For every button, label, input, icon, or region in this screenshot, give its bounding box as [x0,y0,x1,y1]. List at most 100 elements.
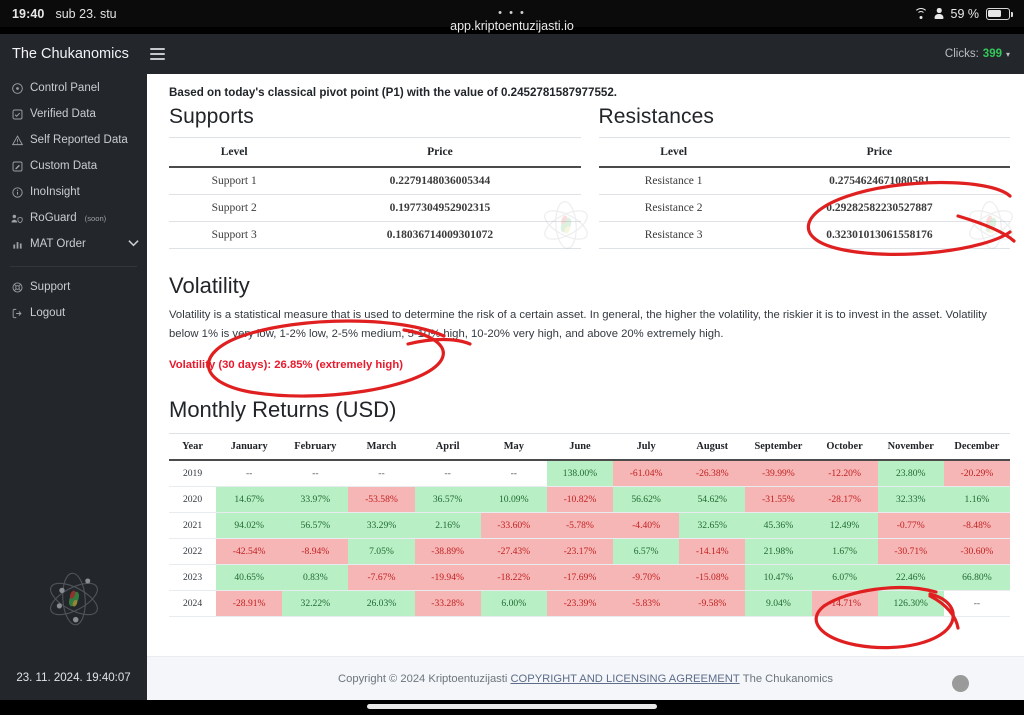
column-header-january: January [216,433,283,462]
supports-column: Supports Level Price Support 1 0.2279148… [169,102,581,249]
clicks-counter[interactable]: Clicks: 399 ▾ [945,48,1010,60]
return-cell: -9.70% [613,564,680,592]
return-cell: -33.28% [414,590,481,618]
monthly-returns-heading: Monthly Returns (USD) [169,397,397,423]
column-header-february: February [282,433,349,462]
sidebar-item-badge: (soon) [84,213,107,223]
return-cell: 36.57% [414,486,481,514]
sidebar-clock: 23. 11. 2024. 19:40:07 [16,672,131,684]
sidebar-item-verified-data[interactable]: Verified Data [0,101,147,127]
return-cell: 33.29% [348,512,415,540]
warning-triangle-icon [11,134,23,146]
atom-turtle-logo [49,572,98,626]
return-cell: -5.83% [613,590,680,618]
resistance-price: 0.2754624671080581 [748,167,1010,195]
sidebar-item-support[interactable]: Support [0,274,147,300]
column-header-may: May [480,433,547,462]
row-year: 2019 [169,460,217,488]
chevron-down-icon[interactable]: ▾ [1006,50,1010,59]
return-cell: 32.33% [877,486,944,514]
clicks-value: 399 [982,48,1002,60]
row-year: 2021 [169,512,217,540]
support-level: Support 2 [169,194,300,222]
return-cell: 7.05% [348,538,415,566]
return-cell: -18.22% [480,564,547,592]
clicks-label: Clicks: [944,48,979,60]
status-right: 59 % [913,0,1013,27]
sidebar-item-custom-data[interactable]: Custom Data [0,153,147,179]
return-cell: -8.48% [943,512,1010,540]
column-header-september: September [745,433,812,462]
column-header-year: Year [169,433,217,462]
return-cell: 32.22% [282,590,349,618]
resistance-price: 0.29282582230527887 [748,194,1010,222]
return-cell: 21.98% [745,538,812,566]
return-cell: -28.91% [216,590,283,618]
table-row: 2019 -- -- -- -- -- 138.00% -61.04% -26.38% -39.9… [169,460,1010,488]
volatility-value-label: Volatility (30 days): [169,359,272,372]
table-row: Resistance 2 0.29282582230527887 [598,194,1010,222]
return-cell: -17.69% [546,564,614,592]
return-cell: -4.40% [613,512,680,540]
person-icon [934,8,944,19]
levels-columns: Supports Level Price Support 1 0.2279148… [169,102,1010,249]
chevron-down-icon[interactable] [128,239,139,249]
home-indicator [367,704,657,709]
return-cell: -23.17% [546,538,614,566]
sidebar-item-mat-order[interactable]: MAT Order [0,231,147,257]
sidebar-item-inoinsight[interactable]: InoInsight [0,179,147,205]
return-cell: -28.17% [811,486,878,514]
resistance-level: Resistance 3 [598,221,749,249]
clock-date: sub 23. stu [55,6,117,21]
return-cell: -- [282,460,349,488]
tab-dots-icon: • • • [498,7,526,19]
sidebar-item-control-panel[interactable]: Control Panel [0,75,147,101]
dashboard-icon [11,82,23,94]
return-cell: -5.78% [546,512,614,540]
clock-time: 19:40 [12,6,45,21]
row-year: 2022 [169,538,217,566]
sidebar-item-self-reported-data[interactable]: Self Reported Data [0,127,147,153]
pivot-point-note: Based on today's classical pivot point (… [169,86,618,99]
column-header-price: Price [299,137,581,168]
return-cell: 6.07% [811,564,878,592]
return-cell: -23.39% [546,590,614,618]
column-header-december: December [943,433,1010,462]
sidebar-logo [0,556,147,642]
resistances-heading: Resistances [598,105,714,128]
user-shield-icon [11,212,23,224]
lifebuoy-icon [11,281,23,293]
resistance-level: Resistance 2 [598,194,749,222]
return-cell: -15.08% [679,564,746,592]
return-cell: 1.16% [943,486,1010,514]
battery-icon [986,7,1013,20]
table-row: Support 3 0.18036714009301072 [169,221,581,249]
cursor-indicator [952,675,969,692]
volatility-heading: Volatility [169,273,250,298]
footer-brand: The Chukanomics [742,672,833,685]
os-status-bar: 19:40 sub 23. stu • • • 59 % [0,0,1024,27]
column-header-june: June [546,433,614,462]
info-circle-icon [11,186,23,198]
column-header-august: August [679,433,746,462]
check-square-icon [11,108,23,120]
edit-square-icon [11,160,23,172]
licensing-agreement-link[interactable]: COPYRIGHT AND LICENSING AGREEMENT [510,673,739,685]
app-brand: The Chukanomics [12,46,129,62]
table-row: Resistance 1 0.2754624671080581 [598,167,1010,195]
return-cell: 126.30% [877,590,944,618]
return-cell: -26.38% [679,460,746,488]
return-cell: -61.04% [613,460,680,488]
return-cell: -- [414,460,481,488]
volatility-description: Volatility is a statistical measure that… [169,309,987,340]
return-cell: 40.65% [216,564,283,592]
hamburger-icon[interactable] [150,48,165,60]
screen: 19:40 sub 23. stu • • • 59 % app.kriptoe… [0,0,1024,715]
sidebar-item-roguard[interactable]: RoGuard (soon) [0,205,147,231]
sidebar-item-logout[interactable]: Logout [0,300,147,326]
table-header-row: Level Price [169,137,581,168]
return-cell: -20.29% [943,460,1010,488]
return-cell: 0.83% [282,564,349,592]
return-cell: 22.46% [877,564,944,592]
sidebar-item-label: MAT Order [30,238,86,250]
